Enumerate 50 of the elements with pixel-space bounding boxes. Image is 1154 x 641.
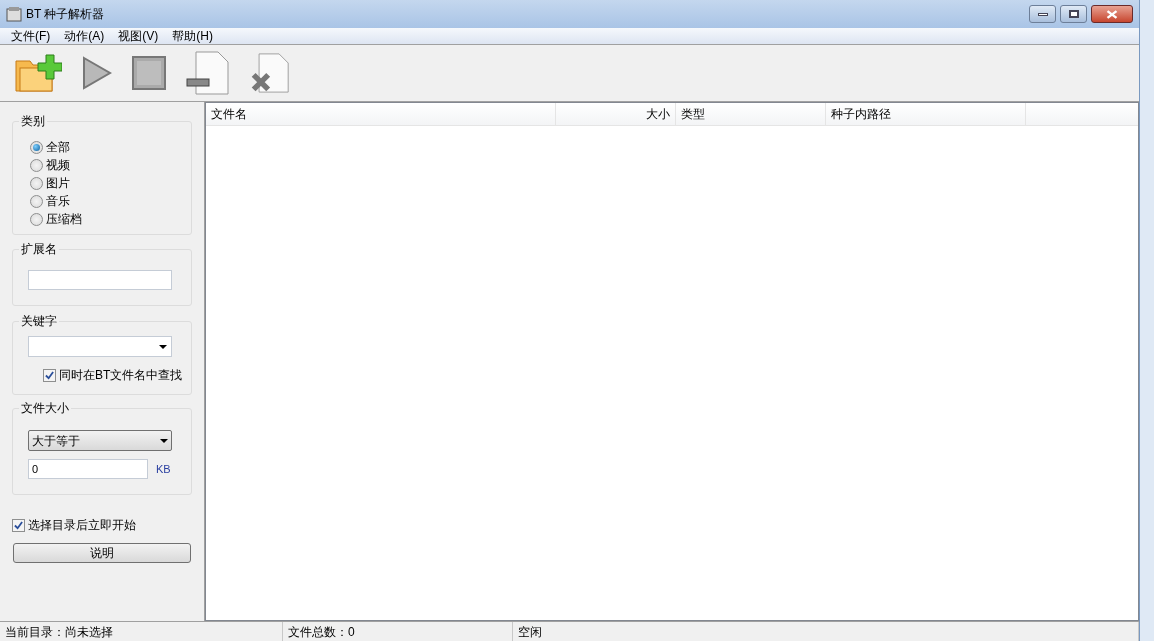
column-header[interactable]: 种子内路径 [826, 103, 1026, 125]
column-header[interactable]: 文件名 [206, 103, 556, 125]
maximize-icon [1068, 10, 1079, 18]
maximize-button[interactable] [1060, 5, 1087, 23]
caret-icon [160, 438, 168, 443]
window-title: BT 种子解析器 [26, 6, 106, 23]
help-button[interactable]: 说明 [13, 543, 191, 563]
radio-label: 全部 [46, 139, 70, 156]
radio-button[interactable] [30, 176, 43, 190]
column-header[interactable]: 类型 [676, 103, 826, 125]
group-title: 关键字 [19, 313, 59, 329]
status-text: 空闲 [513, 622, 1139, 641]
group-title: 类别 [19, 113, 47, 129]
radio-button[interactable] [30, 158, 43, 172]
minimize-button[interactable] [1029, 5, 1056, 23]
unit-label: KB [156, 461, 171, 477]
column-header[interactable]: 大小 [556, 103, 676, 125]
play-icon[interactable] [82, 56, 112, 90]
folder-add-icon[interactable] [14, 53, 62, 93]
radio-label: 音乐 [46, 193, 70, 210]
menu-item[interactable]: 文件(F) [4, 27, 58, 45]
keyword-dropdown[interactable] [28, 336, 172, 357]
remove-file-icon[interactable] [186, 51, 230, 95]
menu-item[interactable]: 视图(V) [111, 27, 166, 45]
delete-file-icon[interactable] [250, 51, 290, 95]
group-title: 扩展名 [19, 241, 59, 257]
radio-label: 图片 [46, 175, 70, 192]
menu-item[interactable]: 动作(A) [57, 27, 112, 45]
minimize-icon [1037, 12, 1048, 16]
checkbox[interactable] [12, 518, 25, 532]
radio-button[interactable] [30, 140, 43, 154]
close-icon [1106, 9, 1118, 19]
menu-item[interactable]: 帮助(H) [165, 27, 220, 45]
radio-label: 视频 [46, 157, 70, 174]
checkbox[interactable] [43, 368, 56, 382]
app-icon [6, 6, 22, 22]
close-button[interactable] [1091, 5, 1133, 23]
radio-label: 压缩档 [46, 211, 82, 228]
group-title: 文件大小 [19, 400, 71, 416]
extension-field[interactable] [28, 270, 172, 290]
radio-button[interactable] [30, 212, 43, 226]
radio-button[interactable] [30, 194, 43, 208]
checkbox-label: 选择目录后立即开始 [28, 517, 136, 534]
size-operator-dropdown[interactable]: 大于等于 [28, 430, 172, 451]
stop-icon[interactable] [132, 56, 166, 90]
caret-icon [159, 344, 167, 349]
status-text: 文件总数：0 [283, 622, 513, 641]
checkbox-label: 同时在BT文件名中查找 [59, 367, 183, 384]
status-text: 当前目录：尚未选择 [0, 622, 283, 641]
size-field[interactable]: 0 [28, 459, 148, 479]
